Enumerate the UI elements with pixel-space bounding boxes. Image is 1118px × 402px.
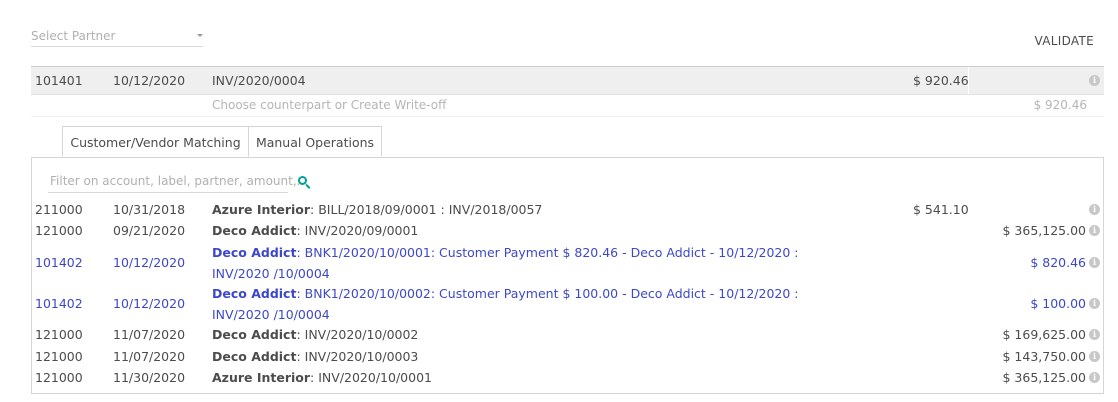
table-row[interactable]: 121000 11/30/2020 Azure Interior: INV/20… bbox=[31, 367, 1104, 388]
statement-account: 101401 bbox=[35, 73, 83, 88]
row-account: 211000 bbox=[35, 202, 83, 217]
counterpart-prompt[interactable]: Choose counterpart or Create Write-off bbox=[212, 98, 446, 112]
row-account: 121000 bbox=[35, 223, 83, 238]
row-account: 101402 bbox=[35, 255, 83, 270]
row-credit: $ 365,125.00 bbox=[1002, 370, 1087, 385]
filter-placeholder: Filter on account, label, partner, amoun… bbox=[50, 174, 309, 188]
statement-date: 10/12/2020 bbox=[113, 73, 186, 88]
row-partner: Azure Interior bbox=[212, 370, 311, 385]
row-date: 09/21/2020 bbox=[113, 223, 186, 238]
table-row[interactable]: 101402 10/12/2020 Deco Addict: BNK1/2020… bbox=[31, 283, 1104, 323]
row-ref: : INV/2020/10/0003 bbox=[296, 349, 419, 364]
row-date: 10/12/2020 bbox=[113, 255, 186, 270]
partner-select-placeholder: Select Partner bbox=[31, 29, 116, 43]
row-date: 11/07/2020 bbox=[113, 349, 186, 364]
row-label: Deco Addict: INV/2020/09/0001 bbox=[212, 220, 832, 241]
info-icon[interactable]: i bbox=[1089, 329, 1100, 340]
row-ref: : BNK1/2020/10/0002: Customer Payment $ … bbox=[212, 286, 799, 322]
filter-input[interactable]: Filter on account, label, partner, amoun… bbox=[48, 172, 308, 193]
row-account: 121000 bbox=[35, 370, 83, 385]
table-row[interactable]: 121000 11/07/2020 Deco Addict: INV/2020/… bbox=[31, 346, 1104, 367]
row-date: 11/07/2020 bbox=[113, 327, 186, 342]
row-credit: $ 169,625.00 bbox=[1002, 327, 1087, 342]
info-icon[interactable]: i bbox=[1089, 225, 1100, 236]
counterpart-amount: $ 920.46 bbox=[1033, 98, 1087, 112]
row-label: Deco Addict: INV/2020/10/0002 bbox=[212, 324, 832, 345]
info-icon[interactable]: i bbox=[1089, 257, 1100, 268]
row-partner: Azure Interior bbox=[212, 202, 311, 217]
row-credit: $ 820.46 bbox=[1030, 255, 1086, 270]
row-partner: Deco Addict bbox=[212, 327, 297, 342]
tab-manual-operations[interactable]: Manual Operations bbox=[249, 126, 382, 156]
info-icon[interactable]: i bbox=[1089, 204, 1100, 215]
row-account: 121000 bbox=[35, 349, 83, 364]
divider bbox=[31, 116, 1104, 117]
table-row[interactable]: 121000 11/07/2020 Deco Addict: INV/2020/… bbox=[31, 324, 1104, 345]
row-ref: : INV/2020/10/0001 bbox=[310, 370, 432, 385]
row-account: 121000 bbox=[35, 327, 83, 342]
row-label: Deco Addict: BNK1/2020/10/0001: Customer… bbox=[212, 242, 832, 284]
row-ref: : BILL/2018/09/0001 : INV/2018/0057 bbox=[310, 202, 543, 217]
table-row[interactable]: 211000 10/31/2018 Azure Interior: BILL/2… bbox=[31, 199, 1104, 220]
statement-label: INV/2020/0004 bbox=[212, 73, 306, 88]
row-ref: : INV/2020/10/0002 bbox=[296, 327, 419, 342]
statement-line[interactable]: 101401 10/12/2020 INV/2020/0004 $ 920.46… bbox=[31, 66, 1104, 95]
row-label: Azure Interior: BILL/2018/09/0001 : INV/… bbox=[212, 199, 832, 220]
table-row[interactable]: 101402 10/12/2020 Deco Addict: BNK1/2020… bbox=[31, 242, 1104, 282]
row-date: 11/30/2020 bbox=[113, 370, 186, 385]
row-credit: $ 365,125.00 bbox=[1002, 223, 1087, 238]
column-divider bbox=[968, 67, 969, 94]
row-date: 10/31/2018 bbox=[113, 202, 186, 217]
row-partner: Deco Addict bbox=[212, 286, 297, 301]
statement-amount: $ 920.46 bbox=[913, 73, 969, 88]
caret-down-icon[interactable] bbox=[197, 34, 203, 37]
row-partner: Deco Addict bbox=[212, 349, 297, 364]
row-credit: $ 100.00 bbox=[1030, 296, 1086, 311]
tab-customer-vendor-matching[interactable]: Customer/Vendor Matching bbox=[62, 126, 249, 157]
row-label: Azure Interior: INV/2020/10/0001 bbox=[212, 367, 832, 388]
row-partner: Deco Addict bbox=[212, 223, 297, 238]
row-date: 10/12/2020 bbox=[113, 296, 186, 311]
row-ref: : INV/2020/09/0001 bbox=[296, 223, 419, 238]
row-credit: $ 143,750.00 bbox=[1002, 349, 1087, 364]
row-debit: $ 541.10 bbox=[913, 202, 969, 217]
row-ref: : BNK1/2020/10/0001: Customer Payment $ … bbox=[212, 245, 799, 281]
info-icon[interactable]: i bbox=[1089, 75, 1100, 86]
row-label: Deco Addict: INV/2020/10/0003 bbox=[212, 346, 832, 367]
row-label: Deco Addict: BNK1/2020/10/0002: Customer… bbox=[212, 283, 832, 325]
row-partner: Deco Addict bbox=[212, 245, 297, 260]
info-icon[interactable]: i bbox=[1089, 372, 1100, 383]
partner-select[interactable]: Select Partner bbox=[31, 26, 203, 47]
info-icon[interactable]: i bbox=[1089, 298, 1100, 309]
info-icon[interactable]: i bbox=[1089, 351, 1100, 362]
search-icon[interactable] bbox=[298, 176, 307, 185]
row-account: 101402 bbox=[35, 296, 83, 311]
validate-button[interactable]: VALIDATE bbox=[1035, 34, 1095, 48]
table-row[interactable]: 121000 09/21/2020 Deco Addict: INV/2020/… bbox=[31, 220, 1104, 241]
